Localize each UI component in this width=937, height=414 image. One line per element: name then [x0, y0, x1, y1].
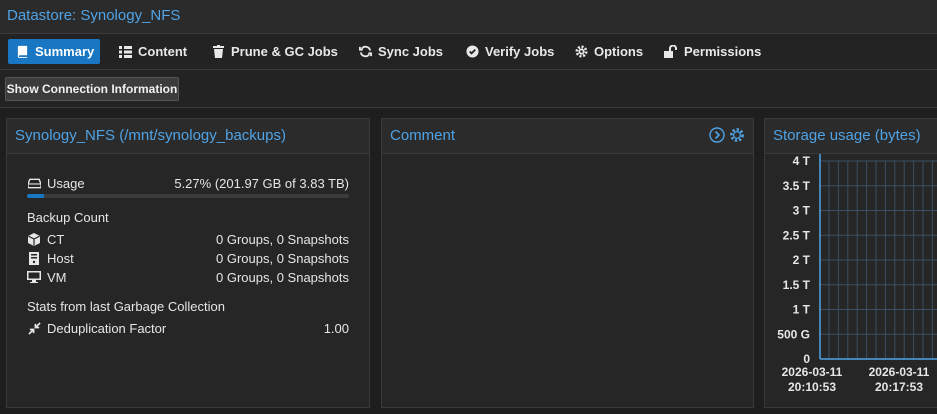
title-bar: Datastore: Synology_NFS: [0, 0, 937, 34]
x-tick-label: 20:17:53: [875, 380, 923, 394]
storage-chart-svg: 0 500 G 1 T 1.5 T 2 T 2.5 T 3 T 3.5 T 4 T 2026-03…: [777, 154, 937, 394]
comment-panel: Comment: [381, 118, 754, 408]
dedup-label: Deduplication Factor: [47, 320, 167, 336]
x-tick-label: 2026-03-11: [782, 365, 843, 379]
y-tick-label: 2 T: [793, 253, 811, 267]
x-tick-label: 20:10:53: [788, 380, 836, 394]
backup-count-ct-row: CT 0 Groups, 0 Snapshots: [27, 230, 349, 248]
usage-row: Usage 5.27% (201.97 GB of 3.83 TB): [27, 174, 349, 192]
book-icon: [16, 45, 29, 59]
ct-value: 0 Groups, 0 Snapshots: [216, 231, 349, 247]
refresh-icon: [358, 45, 372, 59]
tab-permissions[interactable]: Permissions: [656, 39, 769, 64]
host-value: 0 Groups, 0 Snapshots: [216, 250, 349, 266]
y-tick-label: 3.5 T: [783, 179, 811, 193]
window-title: Datastore: Synology_NFS: [7, 7, 181, 24]
tab-sync-jobs[interactable]: Sync Jobs: [350, 39, 451, 64]
tab-options[interactable]: Options: [566, 39, 651, 64]
gc-stats-heading: Stats from last Garbage Collection: [27, 298, 225, 314]
backup-count-vm-row: VM 0 Groups, 0 Snapshots: [27, 268, 349, 286]
backup-count-heading: Backup Count: [27, 209, 109, 225]
gear-icon: [574, 45, 588, 59]
vm-label: VM: [47, 269, 67, 285]
tab-label: Summary: [35, 44, 95, 59]
storage-usage-panel: Storage usage (bytes) 0 500 G 1 T 1.5 T 2 T 2…: [764, 118, 937, 408]
check-circle-icon: [465, 45, 479, 59]
storage-panel-title: Storage usage (bytes): [773, 127, 921, 144]
compress-icon: [27, 321, 41, 335]
tab-verify-jobs[interactable]: Verify Jobs: [457, 39, 562, 64]
server-icon: [27, 251, 41, 265]
tab-prune-gc-jobs[interactable]: Prune & GC Jobs: [203, 39, 346, 64]
tab-label: Permissions: [684, 44, 762, 59]
tab-label: Prune & GC Jobs: [231, 44, 338, 59]
ct-label: CT: [47, 231, 65, 247]
tab-label: Sync Jobs: [378, 44, 444, 59]
dedup-factor-row: Deduplication Factor 1.00: [27, 319, 349, 337]
tab-label: Content: [138, 44, 188, 59]
host-label: Host: [47, 250, 74, 266]
hdd-icon: [27, 176, 41, 190]
show-connection-info-button[interactable]: Show Connection Information: [5, 77, 179, 101]
tab-summary[interactable]: Summary: [8, 39, 100, 64]
comment-panel-header: Comment: [382, 119, 753, 154]
y-tick-label: 1 T: [793, 303, 811, 317]
summary-panel-header: Synology_NFS (/mnt/synology_backups): [7, 119, 369, 154]
usage-value: 5.27% (201.97 GB of 3.83 TB): [174, 175, 349, 191]
backup-count-host-row: Host 0 Groups, 0 Snapshots: [27, 249, 349, 267]
tab-content[interactable]: Content: [110, 39, 195, 64]
monitor-icon: [27, 270, 41, 284]
tab-label: Verify Jobs: [485, 44, 555, 59]
y-tick-label: 0: [803, 352, 810, 366]
storage-chart: 0 500 G 1 T 1.5 T 2 T 2.5 T 3 T 3.5 T 4 T 2026-03…: [765, 154, 937, 407]
usage-label: Usage: [47, 175, 85, 191]
usage-progress-fill: [27, 194, 44, 198]
tab-label: Options: [594, 44, 644, 59]
x-tick-label: 2026-03-11: [869, 365, 930, 379]
grid-icon: [118, 45, 132, 59]
comment-panel-title: Comment: [390, 127, 456, 144]
unlock-icon: [664, 45, 678, 59]
tab-bar: Summary Content Prune & GC Jobs Sync Job…: [0, 34, 937, 70]
vm-value: 0 Groups, 0 Snapshots: [216, 269, 349, 285]
summary-panel-title: Synology_NFS (/mnt/synology_backups): [15, 127, 286, 144]
y-tick-label: 4 T: [793, 154, 811, 168]
summary-panel: Synology_NFS (/mnt/synology_backups) Usa…: [6, 118, 370, 408]
expand-icon[interactable]: [709, 127, 725, 143]
toolbar: Show Connection Information: [0, 70, 937, 108]
y-tick-label: 2.5 T: [783, 228, 811, 242]
y-tick-label: 500 G: [777, 327, 810, 341]
dedup-value: 1.00: [323, 320, 349, 336]
cube-icon: [27, 232, 41, 246]
y-tick-label: 1.5 T: [783, 278, 811, 292]
y-tick-label: 3 T: [793, 204, 811, 218]
trash-icon: [211, 45, 225, 59]
usage-progress-bar: [27, 194, 349, 198]
gear-icon[interactable]: [729, 127, 745, 143]
storage-panel-header: Storage usage (bytes): [765, 119, 937, 154]
